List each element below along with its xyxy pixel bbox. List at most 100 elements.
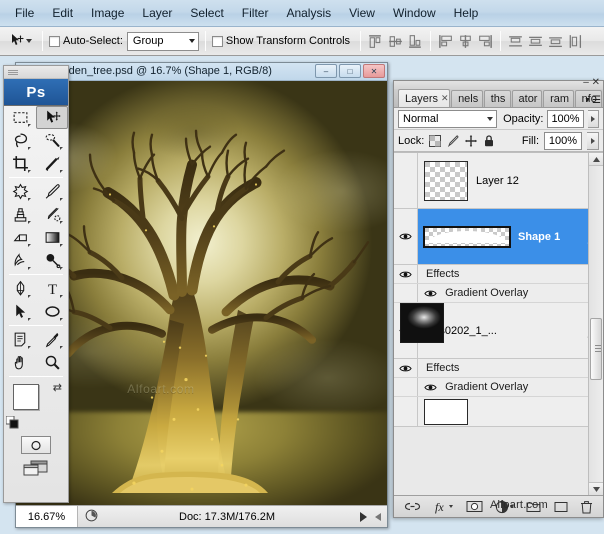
layers-panel-titlebar[interactable]: – ✕ xyxy=(394,81,603,89)
tab-paths[interactable]: ths xyxy=(484,90,511,107)
tool-dodge[interactable] xyxy=(36,249,68,272)
layer-effects-row[interactable]: Effects xyxy=(394,359,603,378)
maximize-button[interactable]: □ xyxy=(339,64,361,78)
layer-thumbnail[interactable] xyxy=(400,303,444,343)
blend-mode-dropdown[interactable]: Normal xyxy=(398,110,497,128)
menu-item-select[interactable]: Select xyxy=(181,3,232,23)
menu-item-edit[interactable]: Edit xyxy=(43,3,82,23)
menu-item-window[interactable]: Window xyxy=(384,3,445,23)
minimize-button[interactable]: – xyxy=(315,64,337,78)
tool-history-brush[interactable] xyxy=(36,203,68,226)
effects-visibility-toggle[interactable] xyxy=(394,359,418,377)
distribute-top-edges-icon[interactable] xyxy=(507,33,524,50)
layer-thumbnail[interactable] xyxy=(424,161,468,201)
tool-rectangular-marquee[interactable] xyxy=(4,106,36,129)
eye-icon[interactable] xyxy=(424,289,437,298)
layer-thumbnail[interactable] xyxy=(424,399,468,425)
link-layers-button[interactable] xyxy=(404,501,421,512)
screen-mode-button[interactable] xyxy=(4,454,68,482)
tool-notes[interactable] xyxy=(4,328,36,351)
tab-layers[interactable]: Layers ✕ xyxy=(398,89,450,107)
tool-path-selection[interactable] xyxy=(4,300,36,323)
delete-layer-button[interactable] xyxy=(580,500,593,514)
zoom-level-field[interactable]: 16.67% xyxy=(16,506,78,527)
add-layer-mask-button[interactable] xyxy=(466,500,483,513)
tool-healing-brush[interactable] xyxy=(4,180,36,203)
tab-histogram[interactable]: ram xyxy=(543,90,574,107)
tab-channels[interactable]: nels xyxy=(451,90,483,107)
layer-effects-row[interactable]: Effects xyxy=(394,265,603,284)
document-title-bar[interactable]: golden_tree.psd @ 16.7% (Shape 1, RGB/8)… xyxy=(16,63,387,81)
fill-input[interactable]: 100% xyxy=(544,132,582,150)
status-expand-icon[interactable] xyxy=(360,512,367,522)
tool-slice[interactable] xyxy=(36,152,68,175)
tool-magic-wand[interactable] xyxy=(36,129,68,152)
canvas-area[interactable]: Alfoart.com xyxy=(16,81,387,505)
effect-visibility-toggle[interactable] xyxy=(394,284,418,302)
align-right-edges-icon[interactable] xyxy=(477,33,494,50)
lock-position-icon[interactable] xyxy=(465,135,477,147)
tool-brush[interactable] xyxy=(36,180,68,203)
layer-visibility-toggle[interactable] xyxy=(394,397,418,426)
distribute-bottom-edges-icon[interactable] xyxy=(547,33,564,50)
new-layer-button[interactable] xyxy=(554,501,568,513)
layer-name[interactable]: Shape 1 xyxy=(518,231,588,243)
effect-visibility-toggle[interactable] xyxy=(394,378,418,396)
lock-transparent-pixels-icon[interactable] xyxy=(429,135,441,147)
show-transform-controls-checkbox[interactable] xyxy=(212,36,223,47)
tool-hand[interactable] xyxy=(4,351,36,374)
tool-move[interactable] xyxy=(36,106,68,129)
default-colors-icon[interactable] xyxy=(6,416,19,429)
auto-select-checkbox[interactable] xyxy=(49,36,60,47)
layers-list[interactable]: Layer 12 Shape 1 fx Effects xyxy=(394,152,603,495)
distribute-left-edges-icon[interactable] xyxy=(567,33,584,50)
foreground-color-swatch[interactable] xyxy=(13,384,39,410)
layer-visibility-toggle[interactable] xyxy=(394,209,418,264)
tool-crop[interactable] xyxy=(4,152,36,175)
align-vertical-centers-icon[interactable] xyxy=(387,33,404,50)
effects-visibility-toggle[interactable] xyxy=(394,265,418,283)
layer-effect-row[interactable]: Gradient Overlay xyxy=(394,378,603,397)
scrollbar-thumb[interactable] xyxy=(590,318,602,380)
table-row[interactable]: Skies0202_1_... fx xyxy=(394,303,603,359)
tab-navigator[interactable]: ator xyxy=(512,90,543,107)
tool-eyedropper[interactable] xyxy=(36,328,68,351)
quick-mask-mode-button[interactable] xyxy=(21,436,51,454)
add-layer-style-button[interactable]: fx xyxy=(433,500,453,514)
scroll-down-button[interactable] xyxy=(589,482,603,495)
tool-pen[interactable] xyxy=(4,277,36,300)
menu-item-layer[interactable]: Layer xyxy=(133,3,181,23)
panel-menu-icon[interactable]: ▼☰ xyxy=(584,95,601,106)
tool-zoom[interactable] xyxy=(36,351,68,374)
swap-colors-icon[interactable]: ⇄ xyxy=(53,381,62,394)
scroll-left-icon[interactable] xyxy=(375,513,381,521)
tool-clone-stamp[interactable] xyxy=(4,203,36,226)
tool-preset-picker[interactable] xyxy=(6,30,36,52)
menu-item-file[interactable]: File xyxy=(6,3,43,23)
menu-item-analysis[interactable]: Analysis xyxy=(277,3,340,23)
align-bottom-edges-icon[interactable] xyxy=(407,33,424,50)
menu-item-help[interactable]: Help xyxy=(445,3,488,23)
fill-slider-button[interactable] xyxy=(587,132,599,150)
tool-eraser[interactable] xyxy=(4,226,36,249)
tool-ellipse-shape[interactable] xyxy=(36,300,68,323)
layers-scrollbar[interactable] xyxy=(588,153,603,495)
menu-item-image[interactable]: Image xyxy=(82,3,133,23)
tool-lasso[interactable] xyxy=(4,129,36,152)
table-row[interactable]: Layer 12 xyxy=(394,153,603,209)
menu-item-filter[interactable]: Filter xyxy=(233,3,278,23)
align-horizontal-centers-icon[interactable] xyxy=(457,33,474,50)
layer-thumbnail[interactable] xyxy=(424,227,510,247)
toolbox-collapse-handle[interactable] xyxy=(4,66,68,79)
layer-name[interactable]: Layer 12 xyxy=(476,175,603,187)
lock-all-icon[interactable] xyxy=(483,135,495,147)
scroll-up-button[interactable] xyxy=(589,153,603,166)
tool-blur[interactable] xyxy=(4,249,36,272)
tool-type[interactable]: T xyxy=(36,277,68,300)
table-row[interactable] xyxy=(394,397,603,427)
tool-gradient[interactable] xyxy=(36,226,68,249)
document-preview-icon[interactable] xyxy=(78,509,104,525)
close-icon[interactable]: ✕ xyxy=(441,93,449,104)
distribute-vertical-centers-icon[interactable] xyxy=(527,33,544,50)
eye-icon[interactable] xyxy=(424,383,437,392)
